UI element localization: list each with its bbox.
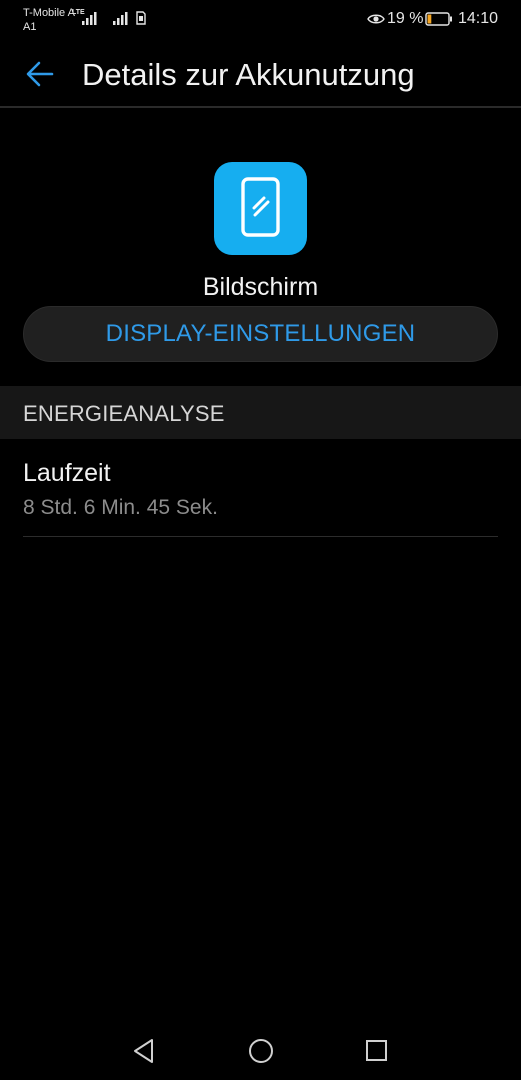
square-recents-icon — [366, 1040, 387, 1061]
arrow-left-icon — [26, 61, 54, 87]
back-button[interactable] — [22, 56, 58, 92]
signal-strength-icon — [112, 10, 130, 26]
section-title: ENERGIEANALYSE — [23, 401, 225, 426]
carrier-name: T-Mobile A A1 — [23, 6, 75, 34]
nav-back-button[interactable] — [130, 1036, 160, 1066]
display-settings-button[interactable]: DISPLAY-EINSTELLUNGEN — [23, 306, 498, 362]
runtime-label: Laufzeit — [23, 459, 111, 487]
runtime-value: 8 Std. 6 Min. 45 Sek. — [23, 496, 218, 519]
battery-fill — [427, 14, 432, 24]
carrier-line-1: T-Mobile A — [23, 7, 75, 19]
sim-card-icon — [136, 11, 146, 30]
battery-icon — [425, 12, 453, 31]
status-bar: T-Mobile A A1 LTE 19 % 14:10 — [0, 0, 521, 40]
triangle-back-icon — [134, 1039, 153, 1063]
phone-screen-icon — [214, 162, 307, 255]
page-title: Details zur Akkunutzung — [82, 57, 415, 92]
list-item-runtime: Laufzeit 8 Std. 6 Min. 45 Sek. — [23, 440, 498, 537]
clock: 14:10 — [458, 10, 499, 27]
carrier-line-2: A1 — [23, 21, 37, 33]
eye-comfort-icon — [367, 12, 385, 31]
circle-home-icon — [249, 1039, 273, 1063]
nav-recents-button[interactable] — [362, 1036, 392, 1066]
nav-home-button[interactable] — [246, 1036, 276, 1066]
lte-signal-icon: LTE — [72, 9, 98, 26]
app-name: Bildschirm — [202, 273, 319, 301]
lte-label: LTE — [72, 9, 85, 16]
navigation-bar — [0, 1020, 521, 1080]
battery-percent: 19 % — [387, 10, 424, 27]
app-bar: Details zur Akkunutzung — [0, 40, 521, 108]
section-header: ENERGIEANALYSE — [0, 386, 521, 439]
